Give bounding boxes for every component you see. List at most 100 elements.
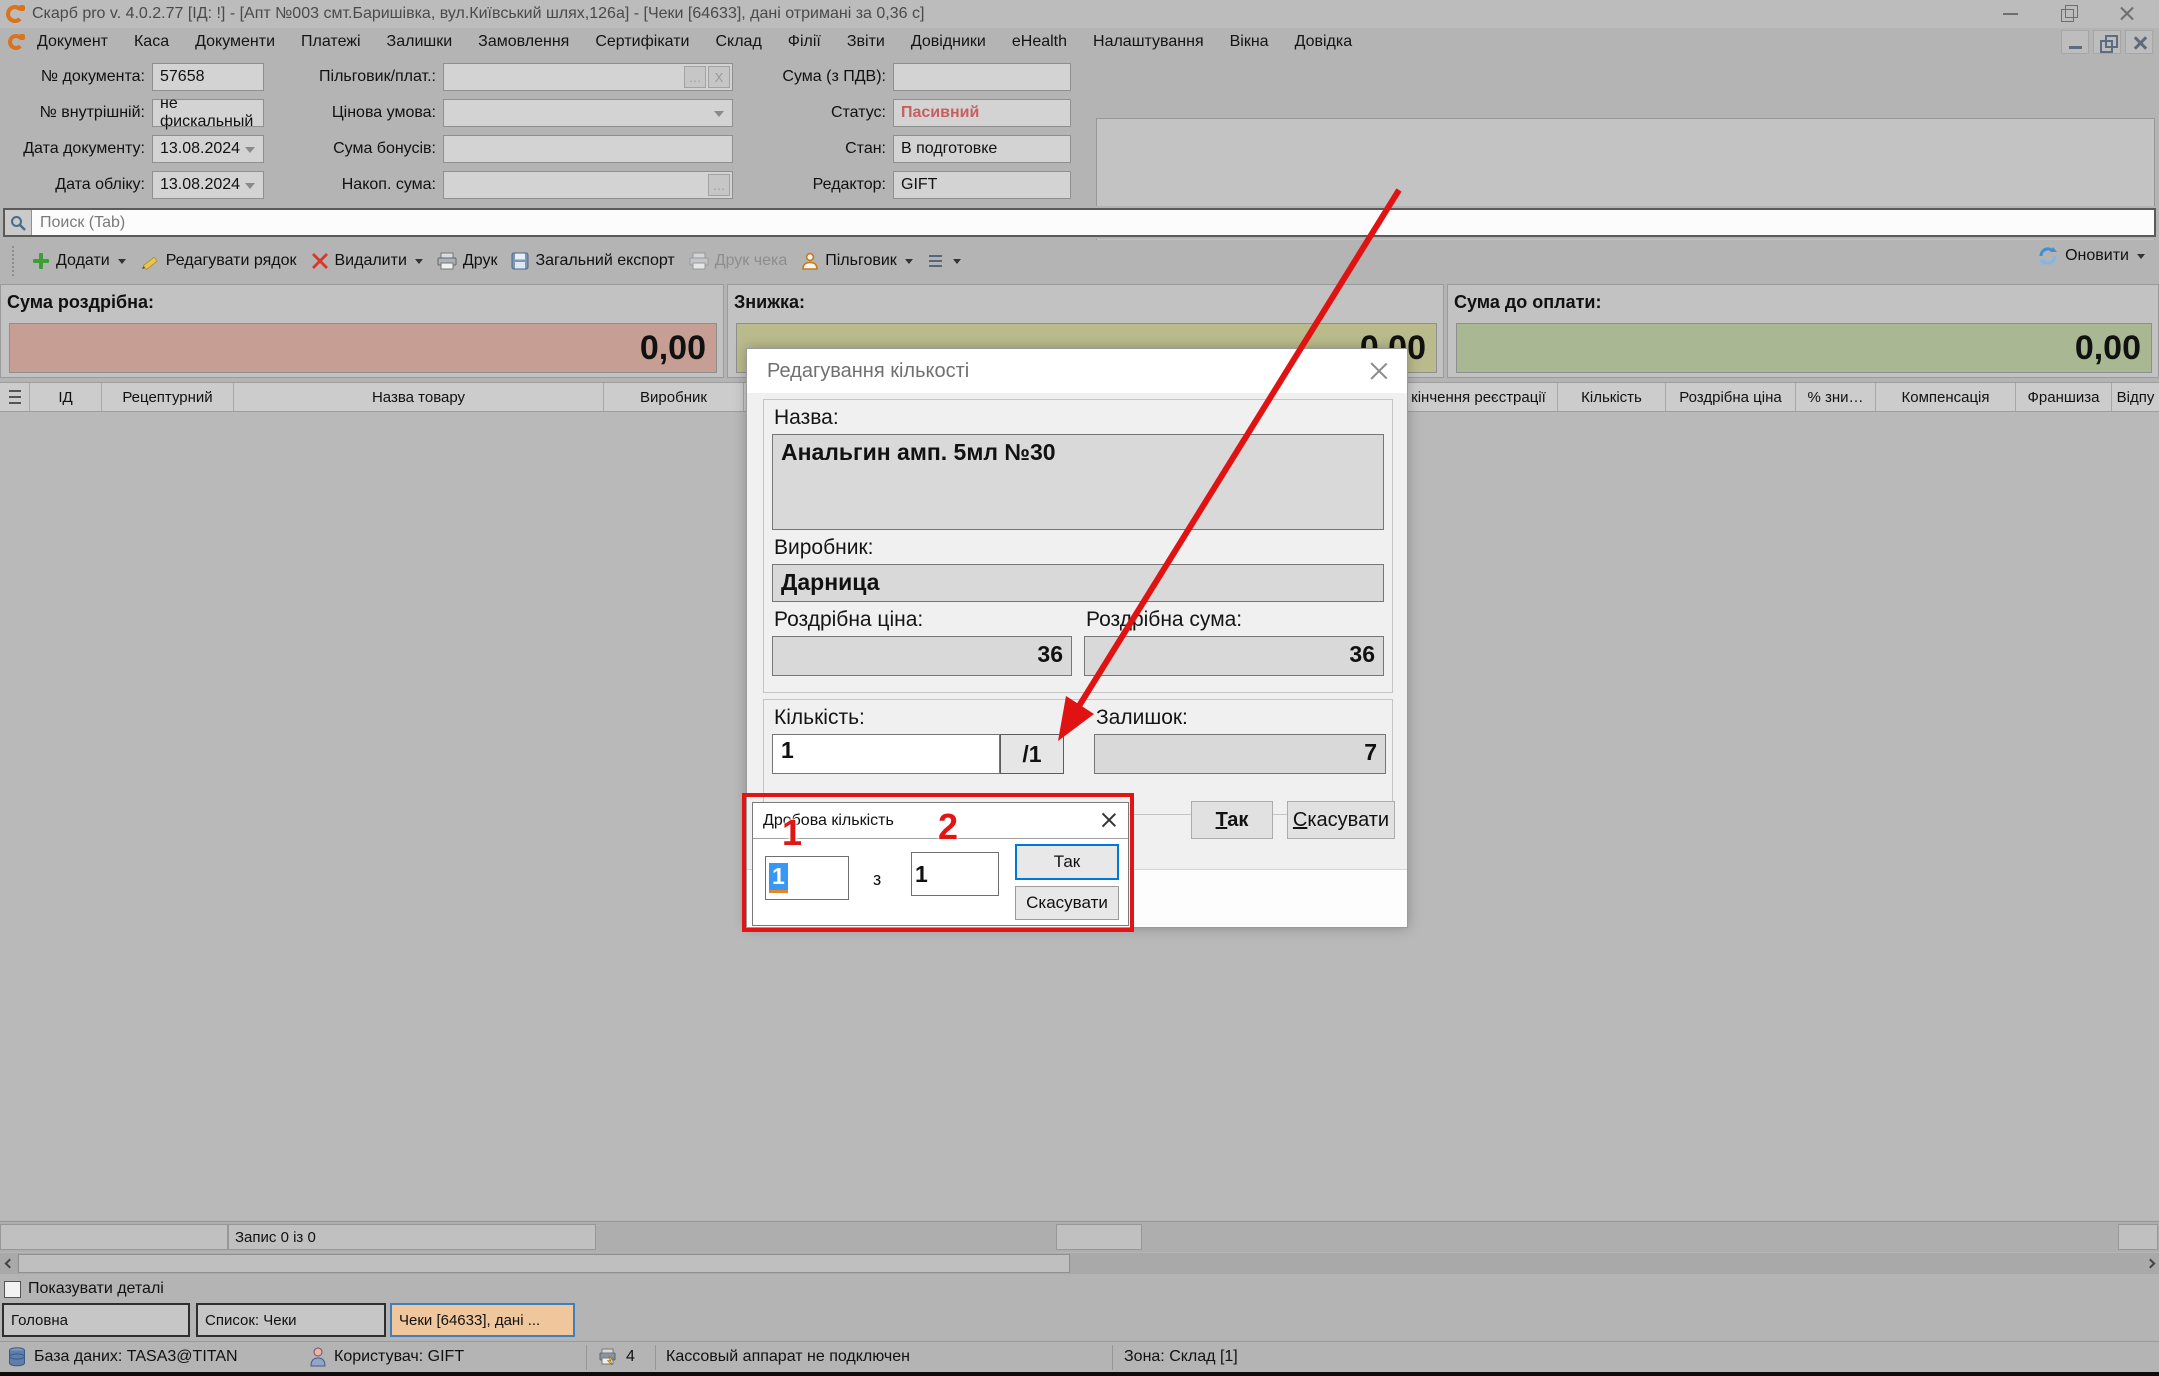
minimize-icon[interactable] — [2001, 4, 2021, 22]
quantity-label: Кількість: — [774, 706, 865, 730]
form-column-2: Пільговик/плат.: … X Цінова умова: Сума … — [270, 63, 733, 207]
beneficiary-picker-button[interactable]: … — [684, 66, 706, 88]
menu-directories[interactable]: Довідники — [898, 33, 999, 51]
chevron-down-icon — [415, 259, 423, 264]
beneficiary-label: Пільговик/плат.: — [270, 68, 443, 86]
internal-number-field[interactable]: не фискальный — [152, 99, 264, 127]
add-button[interactable]: Додати — [30, 249, 128, 273]
column-franchise[interactable]: Франшиза — [2016, 383, 2112, 411]
scrollbar-thumb[interactable] — [18, 1254, 1070, 1273]
search-box[interactable] — [3, 208, 2156, 237]
menu-help[interactable]: Довідка — [1282, 33, 1366, 51]
dialog-ok-button[interactable]: Так — [1191, 801, 1273, 839]
dialog-title-bar[interactable]: Редагування кількості — [747, 349, 1407, 393]
menu-settings[interactable]: Налаштування — [1080, 33, 1217, 51]
column-compensation[interactable]: Компенсація — [1876, 383, 2016, 411]
scroll-left-icon[interactable] — [0, 1253, 18, 1274]
dialog-cancel-button[interactable]: Скасувати — [1287, 801, 1395, 839]
menu-branches[interactable]: Філії — [775, 33, 834, 51]
column-registration-end[interactable]: кінчення реєстрації — [1400, 383, 1558, 411]
search-input[interactable] — [32, 214, 2154, 232]
delete-x-icon — [311, 252, 329, 270]
menu-warehouse[interactable]: Склад — [702, 33, 774, 51]
chevron-down-icon — [953, 259, 961, 264]
tab-list-checks[interactable]: Список: Чеки — [196, 1303, 386, 1337]
column-manufacturer[interactable]: Виробник — [604, 383, 744, 411]
close-icon[interactable] — [1367, 359, 1391, 383]
account-date-field[interactable]: 13.08.2024 — [152, 171, 264, 199]
beneficiary-clear-button[interactable]: X — [708, 66, 730, 88]
accum-sum-picker-button[interactable]: … — [708, 174, 730, 196]
menu-document[interactable]: Документ — [24, 33, 121, 51]
status-field: Пасивний — [893, 99, 1071, 127]
fraction-button[interactable]: /1 — [1000, 734, 1064, 774]
refresh-button[interactable]: Оновити — [2037, 246, 2145, 266]
doc-number-label: № документа: — [2, 68, 152, 86]
beneficiary-button[interactable]: Пільговик — [799, 249, 915, 273]
retail-sum-value: 0,00 — [9, 323, 717, 373]
status-separator — [655, 1345, 656, 1370]
mdi-minimize-icon[interactable] — [2061, 30, 2089, 54]
chevron-down-icon[interactable] — [714, 111, 724, 117]
mdi-restore-icon[interactable] — [2093, 30, 2121, 54]
horizontal-scrollbar[interactable] — [0, 1253, 2159, 1274]
plus-icon — [32, 252, 50, 270]
name-label: Назва: — [774, 406, 839, 430]
chevron-down-icon[interactable] — [245, 183, 255, 189]
column-product-name[interactable]: Назва товару — [234, 383, 604, 411]
discount-label: Знижка: — [728, 285, 1443, 313]
name-field: Анальгин амп. 5мл №30 — [772, 434, 1384, 530]
show-details-checkbox[interactable] — [4, 1281, 21, 1298]
stock-label: Залишок: — [1096, 706, 1188, 730]
view-options-button[interactable] — [925, 250, 963, 272]
menu-orders[interactable]: Замовлення — [465, 33, 582, 51]
form-column-1: № документа: 57658 № внутрішній: не фиск… — [2, 63, 264, 207]
retail-sum-panel: Сума роздрібна: 0,00 — [0, 284, 724, 378]
editor-field: GIFT — [893, 171, 1071, 199]
payable-sum-panel: Сума до оплати: 0,00 — [1447, 284, 2159, 378]
menu-stock[interactable]: Залишки — [374, 33, 466, 51]
column-discount-pct[interactable]: % зни… — [1796, 383, 1876, 411]
restore-icon[interactable] — [2059, 4, 2079, 22]
bonus-sum-field[interactable] — [443, 135, 733, 163]
menu-certificates[interactable]: Сертифікати — [582, 33, 702, 51]
column-retail-price[interactable]: Роздрібна ціна — [1666, 383, 1796, 411]
delete-button[interactable]: Видалити — [309, 249, 425, 273]
toolbar: Додати Редагувати рядок Видалити Друк За… — [0, 240, 2159, 282]
menu-documents[interactable]: Документи — [182, 33, 288, 51]
menu-ehealth[interactable]: eHealth — [999, 33, 1080, 51]
price-condition-field[interactable] — [443, 99, 733, 127]
menu-windows[interactable]: Вікна — [1217, 33, 1282, 51]
close-icon[interactable] — [2117, 4, 2137, 22]
grip-column-header[interactable] — [0, 383, 30, 411]
scroll-right-icon[interactable] — [2141, 1253, 2159, 1274]
sum-vat-field[interactable] — [893, 63, 1071, 91]
menu-reports[interactable]: Звіти — [834, 33, 898, 51]
column-quantity[interactable]: Кількість — [1558, 383, 1666, 411]
mdi-close-icon[interactable] — [2125, 30, 2153, 54]
record-seg-small — [1056, 1224, 1142, 1250]
doc-number-field[interactable]: 57658 — [152, 63, 264, 91]
toolbar-grip[interactable] — [12, 246, 16, 276]
column-prescription[interactable]: Рецептурний — [102, 383, 234, 411]
accum-sum-field[interactable]: … — [443, 171, 733, 199]
print-receipt-button[interactable]: Друк чека — [687, 249, 789, 273]
printer-icon — [437, 252, 457, 270]
tab-main[interactable]: Головна — [2, 1303, 190, 1337]
zone-status: Зона: Склад [1] — [1124, 1342, 1238, 1372]
export-button[interactable]: Загальний експорт — [509, 249, 676, 273]
doc-date-field[interactable]: 13.08.2024 — [152, 135, 264, 163]
edit-row-button[interactable]: Редагувати рядок — [138, 248, 299, 274]
quantity-input[interactable]: 1 — [772, 734, 1000, 774]
menu-payments[interactable]: Платежі — [288, 33, 374, 51]
chevron-down-icon[interactable] — [245, 147, 255, 153]
menu-kasa[interactable]: Каса — [121, 33, 182, 51]
internal-number-label: № внутрішній: — [2, 104, 152, 122]
column-id[interactable]: ІД — [30, 383, 102, 411]
tab-checks-active[interactable]: Чеки [64633], дані ... — [390, 1303, 575, 1337]
column-dispense[interactable]: Відпу — [2112, 383, 2159, 411]
retail-sum-label: Роздрібна сума: — [1086, 608, 1242, 632]
print-button[interactable]: Друк — [435, 249, 500, 273]
printer-count-status: 4 — [598, 1342, 635, 1372]
beneficiary-field[interactable]: … X — [443, 63, 733, 91]
